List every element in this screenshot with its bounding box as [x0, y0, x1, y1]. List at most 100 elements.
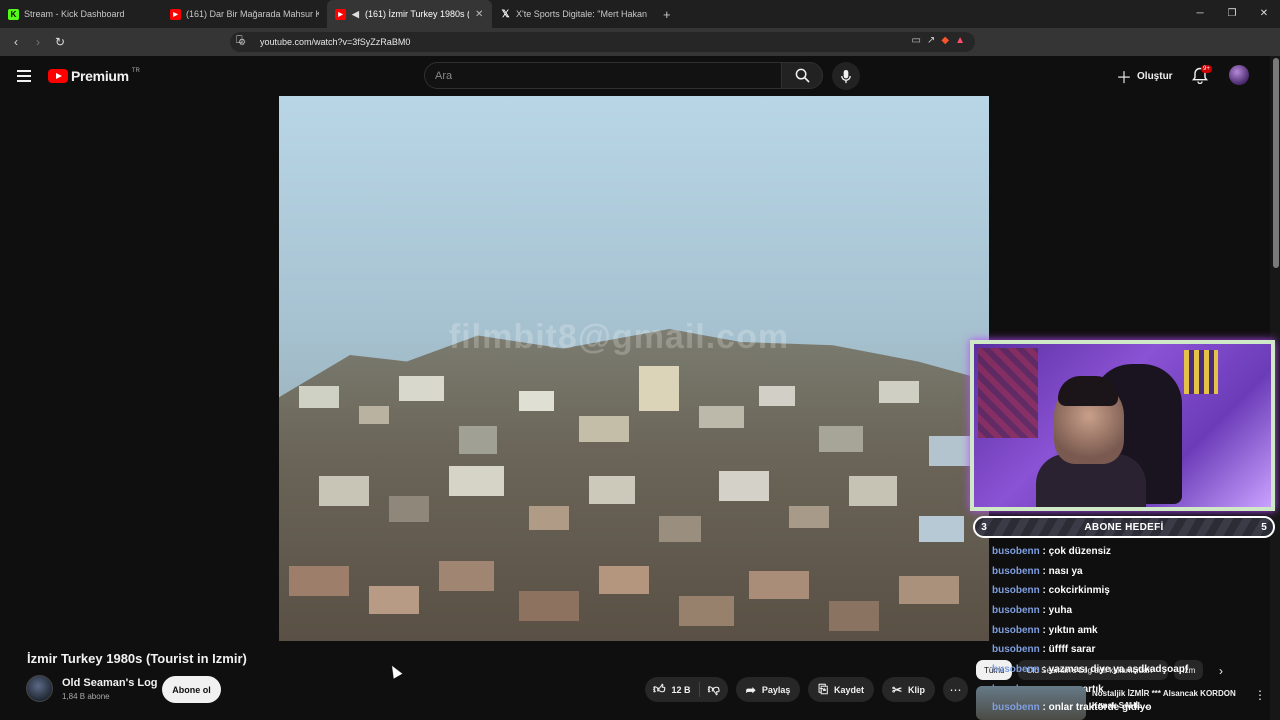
chat-username: busobenn — [992, 605, 1040, 617]
stream-chat-bottom: busobenn : onlar traktörde gidiyo — [992, 700, 1272, 720]
new-tab-button[interactable]: + — [663, 7, 671, 22]
scissors-icon: ✂ — [891, 682, 903, 697]
chat-text: yıktın amk — [1048, 624, 1098, 636]
goal-title: ABONE HEDEFİ — [1084, 521, 1164, 533]
speaker-icon[interactable]: ◀ — [351, 9, 360, 20]
chat-text: cokcirkinmiş — [1048, 585, 1110, 597]
search-icon — [795, 68, 810, 83]
clip-button[interactable]: ✂ Klip — [881, 677, 936, 702]
streamer-webcam — [970, 340, 1275, 511]
wall-rug — [978, 348, 1038, 438]
forward-icon[interactable]: › — [28, 35, 48, 49]
window-controls: ─ ❐ ✕ — [1184, 0, 1280, 28]
video-actions: 👍︎ 12 B 👎︎ ➦ Paylaş ⎘ Kaydet ✂ Klip ⋯ — [645, 677, 969, 702]
goal-target: 5 — [1261, 521, 1267, 533]
more-actions-button[interactable]: ⋯ — [943, 677, 969, 702]
thumbs-down-icon: 👎︎ — [707, 682, 720, 696]
brave-rewards-icon[interactable]: ▲ — [955, 35, 965, 46]
chat-username: busobenn — [992, 624, 1040, 636]
like-button[interactable]: 👍︎ 12 B — [645, 677, 699, 702]
scrollbar-thumb[interactable] — [1273, 58, 1279, 268]
logo-word: Premium — [71, 68, 129, 84]
chat-text: üffff sarar — [1048, 644, 1096, 656]
streamer-hair — [1058, 376, 1118, 406]
video-player[interactable]: filmbit8@gmail.com — [279, 96, 989, 641]
x-icon: 𝕏 — [501, 8, 510, 20]
browser-tab[interactable]: ▶ (161) Dar Bir Mağarada Mahsur Kalm — [162, 0, 327, 28]
close-tab-icon[interactable]: ✕ — [475, 9, 483, 20]
close-window-icon[interactable]: ✕ — [1248, 0, 1280, 28]
tab-title: Stream - Kick Dashboard — [24, 9, 125, 19]
chat-username: busobenn — [992, 585, 1040, 597]
omnibox-actions: ▭ ↗ ◆ ▲ — [912, 35, 965, 46]
chat-message: busobenn : yuha — [992, 605, 1073, 617]
tab-title: X'te Sports Digitale: "Mert Hakan Ya — [516, 9, 649, 19]
channel-avatar[interactable] — [26, 675, 53, 702]
back-icon[interactable]: ‹ — [6, 35, 26, 49]
cast-icon[interactable]: ▭ — [912, 35, 921, 46]
youtube-icon: ▶ — [335, 8, 346, 20]
chat-username: busobenn — [992, 546, 1040, 557]
mouse-cursor — [387, 663, 403, 679]
share-label: Paylaş — [761, 684, 791, 695]
channel-name[interactable]: Old Seaman's Log — [62, 677, 158, 689]
browser-tab-active[interactable]: ▶ ◀ (161) İzmir Turkey 1980s (Tou ✕ — [327, 0, 492, 28]
video-houses — [279, 366, 989, 641]
chat-text: nası ya — [1048, 565, 1083, 577]
create-button[interactable]: ＋ Oluştur — [1116, 65, 1173, 87]
stream-chat: busobenn : çok düzensiz busobenn : nası … — [992, 544, 1272, 662]
tab-title: (161) Dar Bir Mağarada Mahsur Kalm — [186, 9, 319, 19]
bookmark-save-icon: ⎘ — [818, 682, 828, 696]
minimize-icon[interactable]: ─ — [1184, 0, 1216, 28]
youtube-logo[interactable]: Premium TR — [48, 68, 140, 84]
browser-tab-strip: K Stream - Kick Dashboard ▶ (161) Dar Bi… — [0, 0, 1280, 28]
video-watermark: filmbit8@gmail.com — [448, 318, 790, 356]
subscribe-button[interactable]: Abone ol — [162, 676, 221, 703]
search-input[interactable] — [435, 69, 781, 82]
chat-message: busobenn : cokcirkinmiş — [992, 585, 1110, 597]
browser-tab[interactable]: K Stream - Kick Dashboard — [0, 0, 162, 28]
guide-menu-icon[interactable] — [17, 70, 31, 85]
subscriber-count: 1,84 B abone — [62, 692, 110, 701]
dislike-button[interactable]: 👎︎ — [700, 677, 728, 702]
save-label: Kaydet — [833, 684, 864, 695]
region-label: TR — [131, 68, 140, 74]
notification-badge: 9+ — [1201, 65, 1212, 73]
share-button[interactable]: ➦ Paylaş — [735, 677, 801, 702]
chat-message: busobenn : yazması diye ya aşdkadşoapf — [992, 664, 1189, 675]
plus-icon: ＋ — [1116, 70, 1133, 87]
video-title: İzmir Turkey 1980s (Tourist in Izmir) — [27, 651, 247, 666]
subscriber-goal-bar: 3 ABONE HEDEFİ 5 — [973, 516, 1275, 538]
chat-username: busobenn — [992, 702, 1040, 713]
browser-toolbar: ‹ › ↻ ⚙ youtube.com/watch?v=3fSyZzRaBM0 … — [0, 28, 1280, 77]
chat-text: çok düzensiz — [1048, 546, 1111, 557]
share-page-icon[interactable]: ↗ — [927, 35, 935, 46]
create-label: Oluştur — [1137, 70, 1173, 82]
chat-message: busobenn : çok düzensiz — [992, 546, 1111, 557]
restore-icon[interactable]: ❐ — [1216, 0, 1248, 28]
reload-icon[interactable]: ↻ — [50, 35, 70, 49]
save-button[interactable]: ⎘ Kaydet — [808, 677, 874, 702]
tab-title: (161) İzmir Turkey 1980s (Tou — [365, 9, 469, 19]
bookmark-icon[interactable]: ⎕ — [236, 34, 243, 47]
brave-shield-icon[interactable]: ◆ — [941, 35, 949, 46]
youtube-play-icon — [48, 69, 68, 83]
youtube-icon: ▶ — [170, 8, 181, 20]
chat-text: onlar traktörde gidiyo — [1048, 702, 1152, 713]
browser-tab[interactable]: 𝕏 X'te Sports Digitale: "Mert Hakan Ya — [492, 0, 657, 28]
thumbs-up-icon: 👍︎ — [653, 682, 666, 696]
goal-current: 3 — [981, 521, 987, 533]
search-button[interactable] — [781, 62, 823, 89]
wall-jersey — [1184, 350, 1218, 394]
voice-search-button[interactable] — [832, 62, 860, 90]
account-avatar[interactable] — [1229, 65, 1249, 85]
chat-text: yuha — [1048, 605, 1073, 617]
chat-username: busobenn — [992, 565, 1040, 577]
share-icon: ➦ — [745, 682, 756, 697]
more-horizontal-icon: ⋯ — [949, 682, 962, 697]
microphone-icon — [841, 69, 851, 83]
address-bar[interactable]: ⚙ youtube.com/watch?v=3fSyZzRaBM0 ▭ ↗ ◆ … — [230, 32, 975, 52]
chat-message: busobenn : onlar traktörde gidiyo — [992, 702, 1152, 713]
chat-text: yazması diye ya aşdkadşoapf — [1048, 664, 1189, 675]
chat-message: busobenn : nası ya — [992, 565, 1083, 577]
